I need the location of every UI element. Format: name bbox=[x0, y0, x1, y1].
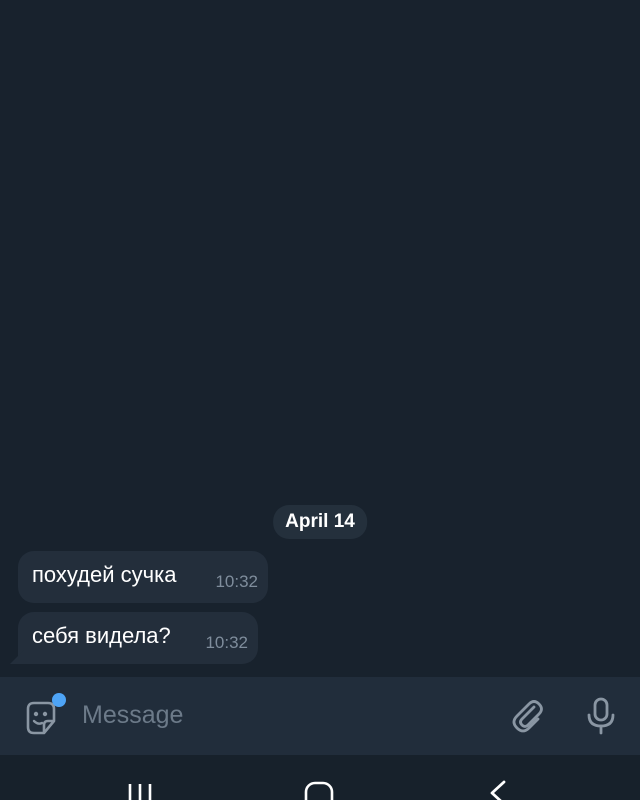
sticker-emoji-icon[interactable] bbox=[22, 693, 66, 737]
message-text: похудей сучка bbox=[32, 562, 177, 587]
system-navigation-bar bbox=[0, 755, 640, 800]
message-time: 10:32 bbox=[205, 633, 248, 652]
message-input-bar: Message bbox=[0, 677, 640, 755]
message-bubble[interactable]: себя видела? 10:32 bbox=[18, 612, 258, 664]
back-icon[interactable] bbox=[486, 778, 510, 800]
home-icon[interactable] bbox=[303, 780, 335, 800]
message-text: себя видела? bbox=[32, 623, 171, 648]
chat-area[interactable]: April 14 похудей сучка 10:32 себя видела… bbox=[0, 0, 640, 677]
microphone-icon[interactable] bbox=[584, 697, 618, 735]
message-bubble[interactable]: похудей сучка 10:32 bbox=[18, 551, 268, 603]
recents-icon[interactable] bbox=[126, 782, 156, 800]
paperclip-icon[interactable] bbox=[510, 698, 546, 734]
message-time: 10:32 bbox=[215, 572, 258, 591]
date-separator: April 14 bbox=[273, 505, 367, 539]
notification-dot bbox=[52, 693, 66, 707]
message-input[interactable]: Message bbox=[82, 701, 183, 730]
telegram-chat-screen: April 14 похудей сучка 10:32 себя видела… bbox=[0, 0, 640, 800]
